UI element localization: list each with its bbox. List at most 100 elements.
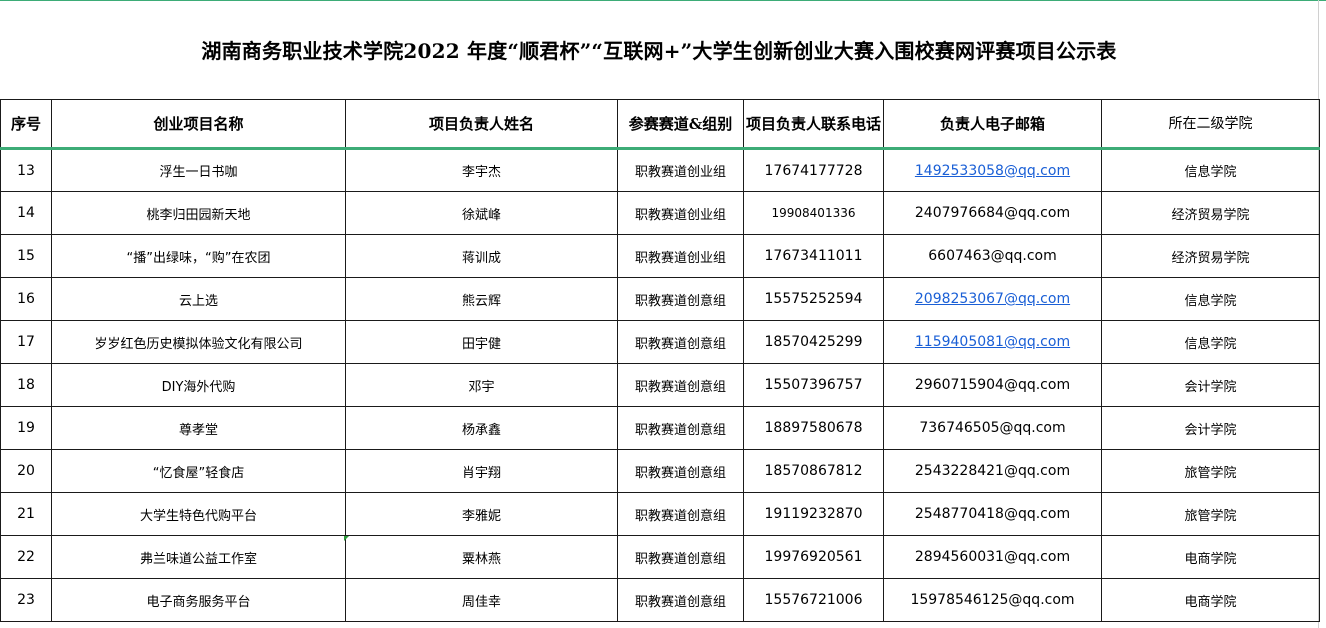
cell-project-name[interactable]: DIY海外代购: [51, 363, 346, 407]
cell-email[interactable]: 2543228421@qq.com: [883, 449, 1102, 493]
cell-no[interactable]: 21: [0, 492, 52, 536]
cell-college[interactable]: 信息学院: [1101, 277, 1320, 321]
cell-leader-name[interactable]: 蒋训成: [345, 234, 618, 278]
cell-leader-name[interactable]: 邓宇: [345, 363, 618, 407]
cell-comment-marker: [344, 536, 349, 541]
cell-project-name[interactable]: 岁岁红色历史模拟体验文化有限公司: [51, 320, 346, 364]
cell-email[interactable]: 2098253067@qq.com: [883, 277, 1102, 321]
cell-no[interactable]: 18: [0, 363, 52, 407]
spreadsheet-view: 湖南商务职业技术学院2022 年度“顺君杯”“互联网+”大学生创新创业大赛入围校…: [0, 0, 1326, 628]
table-body: 13 浮生一日书咖 李宇杰 职教赛道创业组 17674177728 1492533058@…: [0, 148, 1320, 622]
cell-college[interactable]: 电商学院: [1101, 578, 1320, 622]
cell-college[interactable]: 信息学院: [1101, 148, 1320, 192]
cell-track[interactable]: 职教赛道创意组: [617, 578, 744, 622]
cell-phone[interactable]: 19119232870: [743, 492, 884, 536]
cell-leader-name[interactable]: 周佳幸: [345, 578, 618, 622]
cell-phone[interactable]: 19908401336: [743, 191, 884, 235]
cell-no[interactable]: 20: [0, 449, 52, 493]
cell-no[interactable]: 16: [0, 277, 52, 321]
cell-phone[interactable]: 15507396757: [743, 363, 884, 407]
cell-no[interactable]: 17: [0, 320, 52, 364]
cell-college[interactable]: 信息学院: [1101, 320, 1320, 364]
cell-track[interactable]: 职教赛道创意组: [617, 277, 744, 321]
cell-leader-name[interactable]: 杨承鑫: [345, 406, 618, 450]
cell-email[interactable]: 736746505@qq.com: [883, 406, 1102, 450]
cell-email[interactable]: 2407976684@qq.com: [883, 191, 1102, 235]
cell-leader-name[interactable]: 熊云辉: [345, 277, 618, 321]
cell-email[interactable]: 1159405081@qq.com: [883, 320, 1102, 364]
cell-no[interactable]: 19: [0, 406, 52, 450]
cell-email[interactable]: 2894560031@qq.com: [883, 535, 1102, 579]
cell-project-name[interactable]: 云上选: [51, 277, 346, 321]
cell-phone[interactable]: 15575252594: [743, 277, 884, 321]
table-row: 16 云上选 熊云辉 职教赛道创意组 15575252594 2098253067@qq.…: [0, 277, 1320, 321]
cell-college[interactable]: 经济贸易学院: [1101, 191, 1320, 235]
cell-project-name[interactable]: 尊孝堂: [51, 406, 346, 450]
cell-leader-name[interactable]: 田宇健: [345, 320, 618, 364]
cell-phone[interactable]: 19976920561: [743, 535, 884, 579]
cell-leader-name[interactable]: 粟林燕: [345, 535, 618, 579]
header-row: 序号 创业项目名称 项目负责人姓名 参赛赛道&组别 项目负责人联系电话 负责人电…: [0, 99, 1320, 150]
cell-phone[interactable]: 18570425299: [743, 320, 884, 364]
table-row: 22 弗兰味道公益工作室 粟林燕 职教赛道创意组 19976920561 28945600…: [0, 535, 1320, 579]
header-phone[interactable]: 项目负责人联系电话: [743, 99, 884, 150]
cell-leader-name[interactable]: 肖宇翔: [345, 449, 618, 493]
header-project-name[interactable]: 创业项目名称: [51, 99, 346, 150]
cell-project-name[interactable]: 电子商务服务平台: [51, 578, 346, 622]
table-row: 20 “忆食屋”轻食店 肖宇翔 职教赛道创意组 18570867812 254322842…: [0, 449, 1320, 493]
header-college[interactable]: 所在二级学院: [1101, 99, 1320, 150]
cell-no[interactable]: 15: [0, 234, 52, 278]
cell-project-name[interactable]: 浮生一日书咖: [51, 148, 346, 192]
cell-email[interactable]: 1492533058@qq.com: [883, 148, 1102, 192]
cell-track[interactable]: 职教赛道创业组: [617, 148, 744, 192]
cell-project-name[interactable]: “忆食屋”轻食店: [51, 449, 346, 493]
email-link[interactable]: 1159405081@qq.com: [915, 334, 1070, 350]
header-email[interactable]: 负责人电子邮箱: [883, 99, 1102, 150]
cell-email[interactable]: 2960715904@qq.com: [883, 363, 1102, 407]
cell-track[interactable]: 职教赛道创意组: [617, 535, 744, 579]
cell-college[interactable]: 经济贸易学院: [1101, 234, 1320, 278]
header-track[interactable]: 参赛赛道&组别: [617, 99, 744, 150]
cell-no[interactable]: 23: [0, 578, 52, 622]
cell-phone[interactable]: 18897580678: [743, 406, 884, 450]
email-link[interactable]: 2098253067@qq.com: [915, 291, 1070, 307]
cell-college[interactable]: 电商学院: [1101, 535, 1320, 579]
header-leader-name[interactable]: 项目负责人姓名: [345, 99, 618, 150]
table-row: 15 “播”出绿味，“购”在农团 蒋训成 职教赛道创业组 17673411011 6607…: [0, 234, 1320, 278]
cell-college[interactable]: 会计学院: [1101, 363, 1320, 407]
table-row: 17 岁岁红色历史模拟体验文化有限公司 田宇健 职教赛道创意组 18570425299 1…: [0, 320, 1320, 364]
cell-leader-name[interactable]: 李宇杰: [345, 148, 618, 192]
cell-no[interactable]: 14: [0, 191, 52, 235]
cell-college[interactable]: 会计学院: [1101, 406, 1320, 450]
cell-college[interactable]: 旅管学院: [1101, 449, 1320, 493]
cell-phone[interactable]: 17674177728: [743, 148, 884, 192]
cell-email[interactable]: 6607463@qq.com: [883, 234, 1102, 278]
cell-email[interactable]: 2548770418@qq.com: [883, 492, 1102, 536]
cell-college[interactable]: 旅管学院: [1101, 492, 1320, 536]
cell-track[interactable]: 职教赛道创意组: [617, 406, 744, 450]
cell-phone[interactable]: 15576721006: [743, 578, 884, 622]
table-row: 13 浮生一日书咖 李宇杰 职教赛道创业组 17674177728 1492533058@…: [0, 148, 1320, 192]
cell-no[interactable]: 13: [0, 148, 52, 192]
cell-track[interactable]: 职教赛道创业组: [617, 191, 744, 235]
table-row: 21 大学生特色代购平台 李雅妮 职教赛道创意组 19119232870 25487704…: [0, 492, 1320, 536]
cell-project-name[interactable]: 大学生特色代购平台: [51, 492, 346, 536]
cell-track[interactable]: 职教赛道创意组: [617, 449, 744, 493]
cell-project-name[interactable]: “播”出绿味，“购”在农团: [51, 234, 346, 278]
cell-track[interactable]: 职教赛道创意组: [617, 492, 744, 536]
cell-leader-name[interactable]: 李雅妮: [345, 492, 618, 536]
cell-phone[interactable]: 17673411011: [743, 234, 884, 278]
cell-track[interactable]: 职教赛道创意组: [617, 363, 744, 407]
cell-phone[interactable]: 18570867812: [743, 449, 884, 493]
cell-project-name[interactable]: 弗兰味道公益工作室: [51, 535, 346, 579]
cell-no[interactable]: 22: [0, 535, 52, 579]
cell-project-name[interactable]: 桃李归田园新天地: [51, 191, 346, 235]
email-link[interactable]: 1492533058@qq.com: [915, 163, 1070, 179]
sheet-title[interactable]: 湖南商务职业技术学院2022 年度“顺君杯”“互联网+”大学生创新创业大赛入围校…: [0, 34, 1318, 68]
cell-leader-name[interactable]: 徐斌峰: [345, 191, 618, 235]
header-no[interactable]: 序号: [0, 99, 52, 150]
cell-track[interactable]: 职教赛道创意组: [617, 320, 744, 364]
cell-email[interactable]: 15978546125@qq.com: [883, 578, 1102, 622]
cell-track[interactable]: 职教赛道创业组: [617, 234, 744, 278]
table-row: 18 DIY海外代购 邓宇 职教赛道创意组 15507396757 2960715904@…: [0, 363, 1320, 407]
